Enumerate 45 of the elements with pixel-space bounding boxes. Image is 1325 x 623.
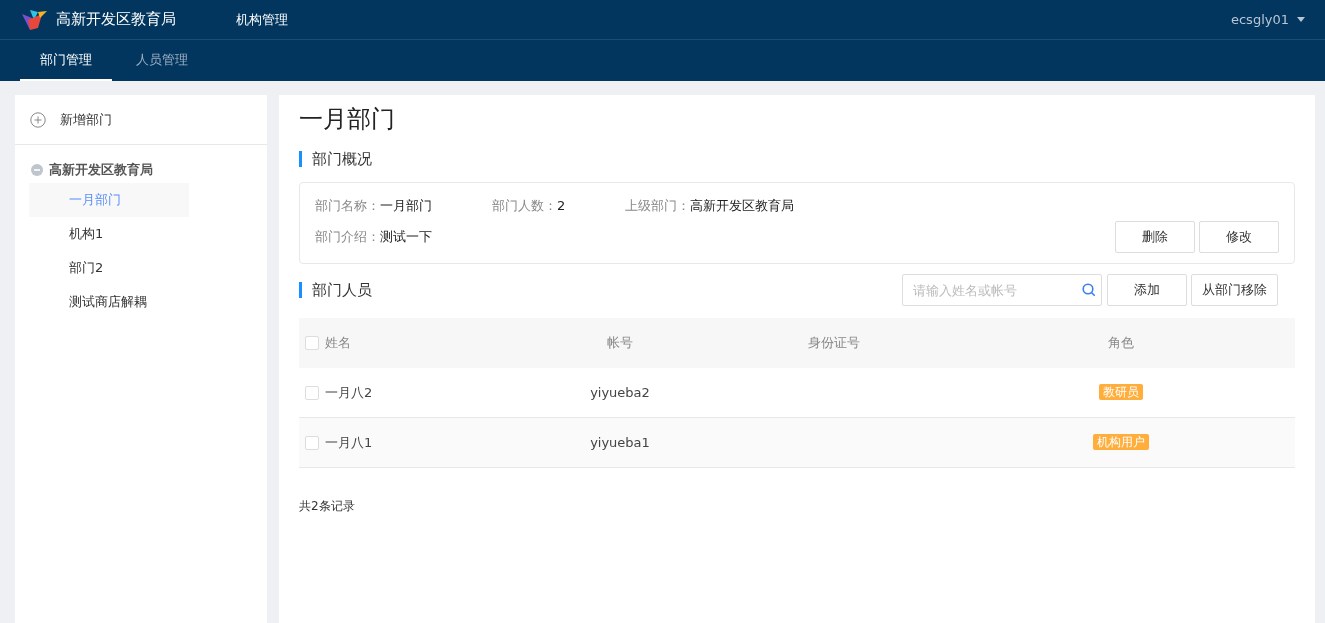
section-heading: 部门人员 (299, 282, 372, 298)
table-cell: yiyueba2 (590, 385, 650, 400)
field-value: 测试一下 (380, 229, 432, 244)
section-heading: 部门概况 (299, 151, 1295, 167)
field-value: 高新开发区教育局 (690, 198, 795, 213)
checkbox[interactable] (305, 435, 319, 450)
action-button[interactable]: 删除 (1115, 221, 1195, 253)
minus-circle-icon (31, 164, 43, 176)
tree-item[interactable]: 部门2 (29, 251, 189, 285)
page-title: 一月部门 (299, 104, 396, 135)
tree-item[interactable]: 测试商店解耦 (29, 285, 189, 319)
field-label: 部门人数： (492, 198, 557, 213)
user-name[interactable]: ecsgly01 (1230, 12, 1289, 27)
record-count: 共2条记录 (299, 498, 356, 515)
caret-icon[interactable] (1297, 17, 1305, 22)
column-header: 姓名 (325, 334, 351, 352)
table-cell: 一月八1 (325, 433, 373, 452)
add-department-button[interactable]: 新增部门 (15, 95, 267, 145)
search-icon (1082, 283, 1096, 297)
logo-icon (20, 7, 48, 32)
checkbox[interactable] (305, 385, 319, 400)
brand-name: 高新开发区教育局 (56, 10, 176, 29)
field-value: 一月部门 (380, 198, 432, 213)
role-tag: 教研员 (1099, 384, 1143, 400)
action-button[interactable]: 添加 (1107, 274, 1187, 306)
checkbox[interactable] (305, 336, 319, 350)
search-field[interactable]: 请输入姓名或帐号 (902, 274, 1102, 306)
tab[interactable]: 人员管理 (116, 40, 208, 81)
action-button[interactable]: 从部门移除 (1191, 274, 1278, 306)
table-cell: 一月八2 (325, 383, 373, 402)
tree-item[interactable]: 机构1 (29, 217, 189, 251)
field-value: 2 (557, 198, 566, 213)
field-label: 部门介绍： (315, 229, 380, 244)
action-button[interactable]: 修改 (1199, 221, 1279, 253)
field-label: 上级部门： (625, 198, 691, 213)
role-tag: 机构用户 (1093, 434, 1149, 450)
plus-circle-icon (30, 111, 46, 128)
tree-node[interactable]: 高新开发区教育局 (29, 157, 267, 183)
nav-link[interactable]: 机构管理 (236, 10, 288, 29)
column-header: 角色 (1108, 335, 1134, 350)
tab[interactable]: 部门管理 (20, 40, 112, 81)
column-header: 身份证号 (808, 335, 860, 350)
column-header: 帐号 (607, 335, 633, 350)
field-label: 部门名称： (315, 198, 380, 213)
table-cell: yiyueba1 (590, 435, 650, 450)
